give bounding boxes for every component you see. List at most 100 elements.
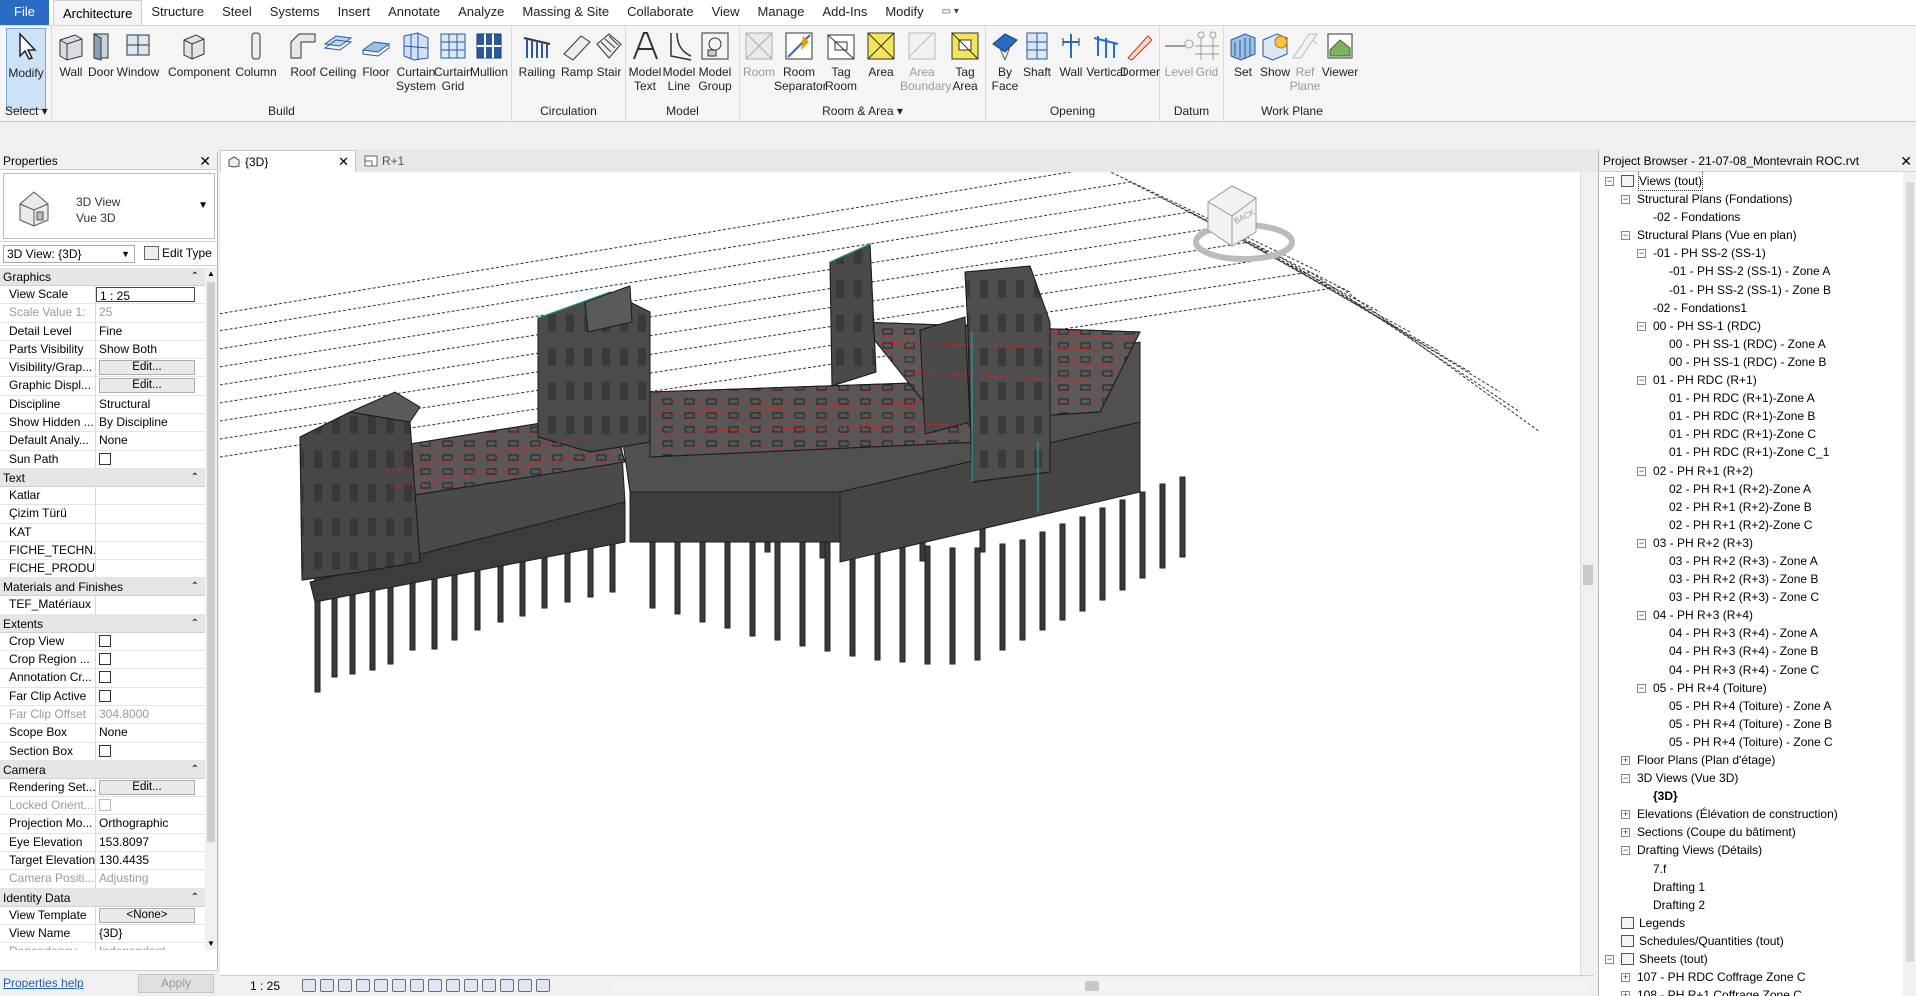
canvas-horizontal-scrollbar[interactable] xyxy=(615,980,1585,992)
scrollbar-thumb[interactable] xyxy=(1085,981,1099,991)
roof-button[interactable]: Roof xyxy=(284,28,322,110)
property-value[interactable]: Edit... xyxy=(96,359,205,376)
collapse-icon[interactable]: − xyxy=(1637,376,1646,386)
area-boundary-button[interactable]: Area Boundary xyxy=(900,28,951,110)
railing-button[interactable]: Railing xyxy=(518,28,556,110)
browser-node[interactable]: 03 - PH R+2 (R+3) - Zone A xyxy=(1599,552,1903,570)
browser-node[interactable]: 03 - PH R+2 (R+3) - Zone C xyxy=(1599,588,1903,606)
reveal-constraints-icon[interactable] xyxy=(536,979,550,992)
checkbox[interactable] xyxy=(99,671,111,684)
section-text[interactable]: Text ⌃ xyxy=(0,468,205,487)
browser-node[interactable]: − Sheets (tout) xyxy=(1599,950,1903,968)
collapse-icon[interactable]: − xyxy=(1621,774,1630,784)
visual-style-icon[interactable] xyxy=(320,979,334,992)
edit-type-button[interactable]: Edit Type xyxy=(140,245,212,263)
component-button[interactable]: Component xyxy=(168,28,230,110)
collapse-icon[interactable]: − xyxy=(1637,466,1646,476)
property-value[interactable]: Structural xyxy=(96,396,205,413)
door-button[interactable]: Door xyxy=(82,28,120,110)
expand-icon[interactable]: + xyxy=(1621,973,1630,983)
menu-tab-add-ins[interactable]: Add-Ins xyxy=(814,0,877,25)
section-graphics[interactable]: Graphics ⌃ xyxy=(0,268,205,286)
property-value[interactable] xyxy=(96,451,205,468)
scrollbar-thumb[interactable] xyxy=(1583,565,1593,585)
close-icon[interactable]: ✕ xyxy=(1900,150,1912,171)
room-separator-button[interactable]: Room Separator xyxy=(774,28,827,110)
room-area-dropdown[interactable]: Room & Area ▾ xyxy=(740,104,985,118)
browser-node[interactable]: Schedules/Quantities (tout) xyxy=(1599,932,1903,950)
checkbox[interactable] xyxy=(99,452,111,465)
viewer-button[interactable]: Viewer xyxy=(1320,28,1360,110)
reveal-hidden-icon[interactable] xyxy=(464,979,478,992)
room-button[interactable]: Room xyxy=(740,28,778,110)
collapse-icon[interactable]: − xyxy=(1605,177,1614,186)
browser-node[interactable]: Drafting 1 xyxy=(1599,878,1903,896)
collapse-icon[interactable]: − xyxy=(1637,683,1646,693)
collapse-icon[interactable]: ⌃ xyxy=(191,615,199,633)
scrollbar-thumb[interactable] xyxy=(1906,182,1914,962)
checkbox[interactable] xyxy=(99,634,111,647)
checkbox[interactable] xyxy=(99,689,111,702)
apply-button[interactable]: Apply xyxy=(138,974,214,993)
browser-node[interactable]: + Elevations (Élévation de construction) xyxy=(1599,805,1903,823)
wall-opening-button[interactable]: Wall xyxy=(1052,28,1090,110)
collapse-icon[interactable]: ⌃ xyxy=(191,578,199,596)
browser-node[interactable]: −3D Views (Vue 3D) xyxy=(1599,769,1903,787)
property-value[interactable]: None xyxy=(96,432,205,449)
menu-tab-massing-site[interactable]: Massing & Site xyxy=(513,0,618,25)
property-value[interactable]: Fine xyxy=(96,323,205,340)
chevron-down-icon[interactable]: ▼ xyxy=(198,200,208,211)
browser-node[interactable]: +108 - PH R+1 Coffrage Zone C xyxy=(1599,986,1903,996)
edit-button[interactable]: Edit... xyxy=(99,378,195,394)
property-value[interactable] xyxy=(96,743,205,760)
browser-node[interactable]: 02 - PH R+1 (R+2)-Zone C xyxy=(1599,516,1903,534)
curtain-system-button[interactable]: Curtain System xyxy=(395,28,437,110)
edit-button[interactable]: Edit... xyxy=(99,360,195,376)
browser-node[interactable]: Drafting 2 xyxy=(1599,896,1903,914)
grid-button[interactable]: Grid xyxy=(1188,28,1226,110)
ref-plane-button[interactable]: Ref Plane xyxy=(1286,28,1324,110)
model-line-button[interactable]: Model Line xyxy=(660,28,698,110)
browser-node[interactable]: 04 - PH R+3 (R+4) - Zone A xyxy=(1599,624,1903,642)
collapse-icon[interactable]: − xyxy=(1637,611,1646,621)
browser-node[interactable]: -02 - Fondations1 xyxy=(1599,299,1903,317)
checkbox[interactable] xyxy=(99,653,111,666)
property-value[interactable] xyxy=(96,633,205,650)
property-value[interactable]: None xyxy=(96,724,205,741)
edit-button[interactable]: Edit... xyxy=(99,779,195,795)
shadows-icon[interactable] xyxy=(356,979,370,992)
property-value[interactable] xyxy=(96,688,205,705)
property-value[interactable] xyxy=(96,505,205,522)
collapse-icon[interactable]: − xyxy=(1637,249,1646,259)
collapse-icon[interactable]: ⌃ xyxy=(191,889,199,907)
property-value[interactable]: Edit... xyxy=(96,779,205,796)
property-value[interactable] xyxy=(96,596,205,613)
floor-button[interactable]: Floor xyxy=(357,28,395,110)
menu-tab-annotate[interactable]: Annotate xyxy=(379,0,449,25)
browser-node[interactable]: 05 - PH R+4 (Toiture) - Zone B xyxy=(1599,715,1903,733)
browser-node[interactable]: -01 - PH SS-2 (SS-1) - Zone B xyxy=(1599,281,1903,299)
browser-node[interactable]: -02 - Fondations xyxy=(1599,208,1903,226)
area-button[interactable]: Area xyxy=(862,28,900,110)
menu-tab-systems[interactable]: Systems xyxy=(261,0,329,25)
browser-node[interactable]: 02 - PH R+1 (R+2)-Zone B xyxy=(1599,498,1903,516)
collapse-icon[interactable]: − xyxy=(1637,538,1646,548)
browser-node[interactable]: 00 - PH SS-1 (RDC) - Zone A xyxy=(1599,335,1903,353)
expand-icon[interactable]: + xyxy=(1621,828,1630,838)
property-value[interactable] xyxy=(96,669,205,686)
collapse-icon[interactable]: ⌃ xyxy=(191,761,199,779)
property-value[interactable]: Edit... xyxy=(96,377,205,394)
browser-node[interactable]: − Views (tout) xyxy=(1599,172,1903,191)
browser-node[interactable]: 04 - PH R+3 (R+4) - Zone C xyxy=(1599,661,1903,679)
scroll-down-icon[interactable]: ▼ xyxy=(205,938,217,950)
collapse-icon[interactable]: − xyxy=(1637,321,1646,331)
browser-node[interactable]: 00 - PH SS-1 (RDC) - Zone B xyxy=(1599,353,1903,371)
menu-tab-steel[interactable]: Steel xyxy=(213,0,261,25)
model-text-button[interactable]: Model Text xyxy=(626,28,664,110)
menu-tab-analyze[interactable]: Analyze xyxy=(449,0,513,25)
browser-node[interactable]: −01 - PH RDC (R+1) xyxy=(1599,371,1903,389)
collapse-icon[interactable]: ⌃ xyxy=(191,469,199,487)
browser-node[interactable]: − Drafting Views (Détails) xyxy=(1599,841,1903,859)
collapse-icon[interactable]: ⌃ xyxy=(191,268,199,286)
menu-tab-modify[interactable]: Modify xyxy=(876,0,932,25)
